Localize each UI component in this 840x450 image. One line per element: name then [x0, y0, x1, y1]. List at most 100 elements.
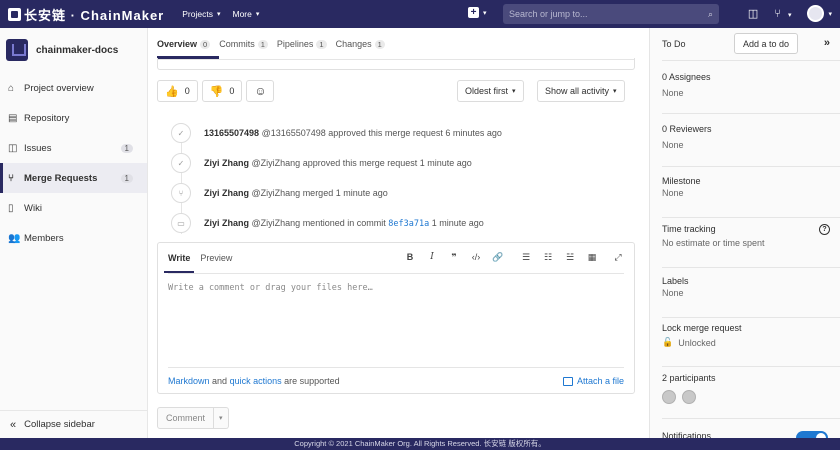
attach-file-button[interactable]: Attach a file: [562, 376, 624, 386]
timeline-item: ✓ 13165507498 @13165507498 approved this…: [157, 118, 635, 148]
chevron-down-icon: ▾: [255, 11, 260, 18]
help-icon[interactable]: ?: [819, 224, 830, 235]
tab-count: 0: [200, 39, 211, 49]
project-avatar: [6, 39, 28, 61]
note-author[interactable]: Ziyi Zhang: [204, 218, 249, 228]
quote-icon[interactable]: ❞: [448, 252, 460, 263]
projects-label: Projects: [182, 9, 213, 19]
sidebar-item-wiki[interactable]: ▯ Wiki: [0, 193, 147, 223]
bold-icon[interactable]: B: [404, 252, 416, 263]
italic-icon[interactable]: I: [426, 252, 438, 263]
time-tracking-section: Time tracking ? No estimate or time spen…: [662, 224, 840, 268]
quick-actions-link[interactable]: quick actions: [230, 376, 282, 386]
note-handle[interactable]: @13165507498: [262, 128, 326, 138]
approval-icon: ✓: [171, 123, 191, 143]
merge-requests-icon[interactable]: ⑂ ▾: [774, 8, 791, 20]
unlock-icon: 🔓: [662, 337, 674, 347]
smiley-icon: ☺: [254, 84, 267, 98]
assignees-value: None: [662, 88, 684, 98]
tab-pipelines[interactable]: Pipelines 1: [277, 35, 327, 53]
users-icon: 👥: [8, 232, 21, 244]
reviewers-section: 0 Reviewers None: [662, 124, 840, 167]
bullet-list-icon[interactable]: ☰: [520, 252, 532, 263]
tab-changes[interactable]: Changes 1: [336, 35, 385, 53]
collapse-sidebar-label: Collapse sidebar: [24, 419, 95, 430]
sidebar-item-project-overview[interactable]: ⌂ Project overview: [0, 73, 147, 103]
wiki-icon: ▯: [8, 202, 14, 214]
previous-note-container: [157, 58, 635, 70]
task-list-icon[interactable]: ☱: [564, 252, 576, 263]
markdown-link[interactable]: Markdown: [168, 376, 210, 386]
note-author[interactable]: 13165507498: [204, 128, 259, 138]
write-tab[interactable]: Write: [163, 243, 195, 273]
logo-text: 长安链 · ChainMaker: [24, 7, 165, 23]
note-author[interactable]: Ziyi Zhang: [204, 188, 249, 198]
fullscreen-icon[interactable]: ⤢: [612, 252, 624, 263]
sidebar-item-members[interactable]: 👥 Members: [0, 223, 147, 253]
timeline-item: ✓ Ziyi Zhang @ZiyiZhang approved this me…: [157, 148, 635, 178]
note-author[interactable]: Ziyi Zhang: [204, 158, 249, 168]
top-navbar: 长安链 · ChainMaker Projects ▾ More ▾ + ▾ Sea…: [0, 0, 840, 28]
note-handle[interactable]: @ZiyiZhang: [252, 218, 301, 228]
thumbs-up-button[interactable]: 👍 0: [157, 80, 198, 102]
tab-count: 1: [257, 39, 268, 49]
issues-icon[interactable]: ◫: [748, 7, 758, 20]
timeline-item: ▭ Ziyi Zhang @ZiyiZhang mentioned in com…: [157, 208, 635, 238]
collapse-sidebar-button[interactable]: « Collapse sidebar: [0, 410, 148, 438]
search-input[interactable]: Search or jump to... ⌕: [503, 4, 719, 24]
more-menu[interactable]: More ▾: [232, 9, 259, 19]
projects-menu[interactable]: Projects ▾: [182, 9, 220, 19]
user-menu[interactable]: ▾: [807, 5, 832, 22]
sort-dropdown[interactable]: Oldest first ▾: [457, 80, 524, 102]
participants-section: 2 participants: [662, 373, 840, 419]
issues-count-badge: 1: [120, 143, 133, 153]
activity-filter-dropdown[interactable]: Show all activity ▾: [537, 80, 625, 102]
sidebar-item-merge-requests[interactable]: ⑂ Merge Requests 1: [0, 163, 147, 193]
add-todo-button[interactable]: Add a to do: [733, 33, 798, 54]
note-text: approved this merge request 1 minute ago: [302, 158, 472, 168]
note-handle[interactable]: @ZiyiZhang: [252, 188, 301, 198]
code-icon[interactable]: ‹/›: [470, 252, 482, 263]
search-icon: ⌕: [707, 8, 713, 19]
avatar[interactable]: [662, 390, 676, 404]
comment-button[interactable]: Comment: [157, 407, 215, 429]
numbered-list-icon[interactable]: ☷: [542, 252, 554, 263]
avatar[interactable]: [682, 390, 696, 404]
note-handle[interactable]: @ZiyiZhang: [252, 158, 301, 168]
new-item-button[interactable]: + ▾: [468, 7, 487, 18]
activity-filter-label: Show all activity: [545, 86, 610, 96]
commit-link[interactable]: 8ef3a71a: [388, 219, 429, 229]
tab-overview[interactable]: Overview 0: [157, 35, 211, 53]
comment-textarea[interactable]: Write a comment or drag your files here…: [168, 279, 624, 365]
thumbs-down-button[interactable]: 👎 0: [201, 80, 243, 102]
project-sidebar: chainmaker-docs ⌂ Project overview ▤ Rep…: [0, 28, 148, 438]
tab-count: 1: [316, 39, 327, 49]
tab-count: 1: [374, 39, 385, 49]
right-sidebar: To Do Add a to do » 0 Assignees None 0 R…: [649, 28, 840, 445]
sidebar-item-label: Members: [24, 232, 64, 244]
milestone-section: Milestone None: [662, 176, 840, 218]
todo-label: To Do: [662, 39, 686, 49]
table-icon[interactable]: ▦: [586, 252, 598, 263]
chainmaker-logo[interactable]: 长安链 · ChainMaker: [8, 0, 164, 28]
sidebar-item-label: Merge Requests: [24, 172, 98, 184]
merge-requests-count-badge: 1: [120, 173, 133, 183]
link-icon[interactable]: 🔗: [492, 252, 504, 263]
merge-request-tabs: Overview 0 Commits 1 Pipelines 1 Changes 1: [157, 28, 635, 60]
search-placeholder: Search or jump to...: [509, 9, 588, 19]
add-reaction-button[interactable]: ☺: [246, 80, 275, 102]
preview-tab[interactable]: Preview: [200, 243, 232, 273]
tab-commits[interactable]: Commits 1: [219, 35, 268, 53]
time-tracking-value: No estimate or time spent: [662, 238, 765, 248]
comment-type-dropdown[interactable]: ▾: [214, 407, 229, 429]
labels-value: None: [662, 288, 684, 298]
sidebar-item-repository[interactable]: ▤ Repository: [0, 103, 147, 133]
attach-file-label: Attach a file: [576, 376, 624, 386]
project-header[interactable]: chainmaker-docs: [0, 33, 147, 67]
sidebar-item-issues[interactable]: ◫ Issues 1: [0, 133, 147, 163]
lock-section: Lock merge request 🔓 Unlocked: [662, 323, 840, 367]
expand-sidebar-icon[interactable]: »: [824, 37, 830, 49]
lock-title: Lock merge request: [662, 323, 742, 333]
award-emoji-bar: 👍 0 👎 0 ☺: [157, 80, 275, 102]
labels-section: Labels None: [662, 276, 840, 318]
